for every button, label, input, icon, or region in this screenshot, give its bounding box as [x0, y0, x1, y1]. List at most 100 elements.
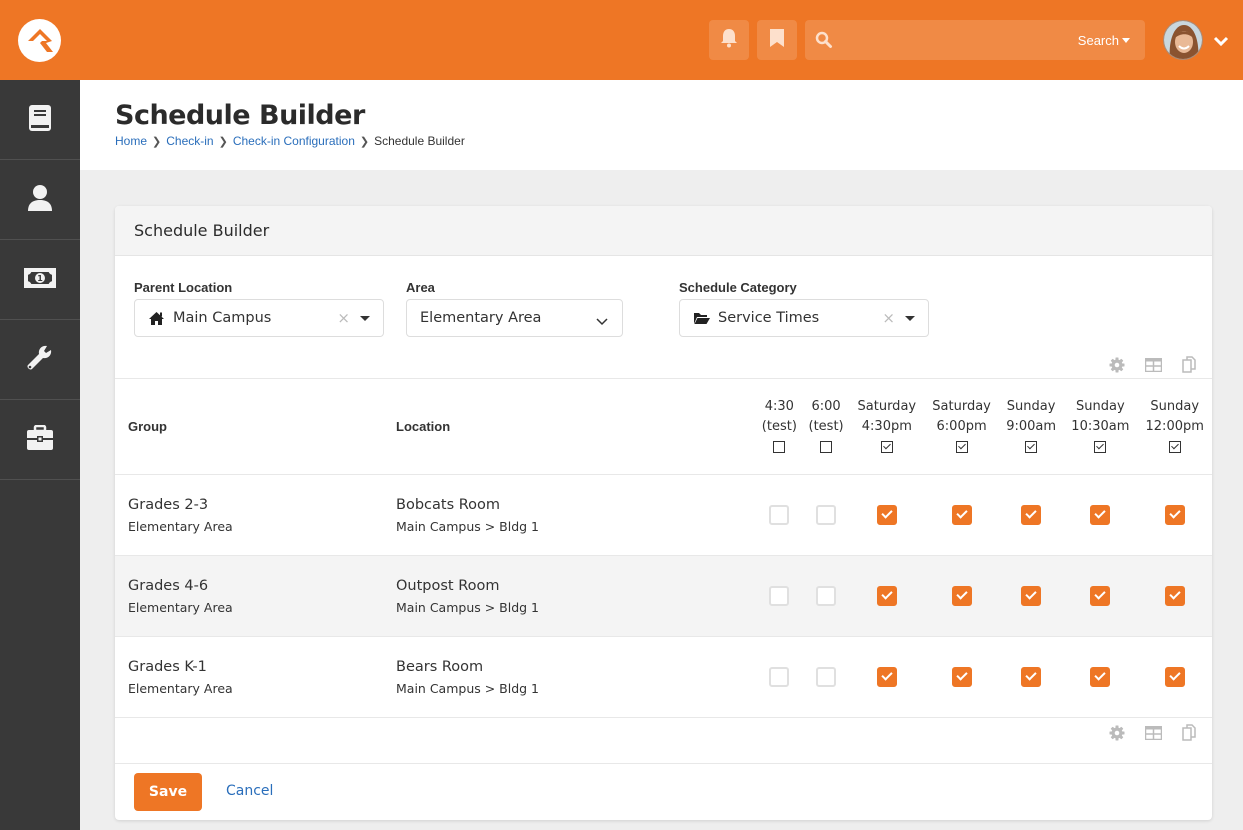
grid-layout-icon[interactable] [1145, 725, 1162, 740]
select-all-checkbox[interactable] [820, 441, 833, 453]
schedule-category-picker[interactable]: Service Times × [679, 299, 929, 337]
schedule-checkbox[interactable] [1164, 586, 1185, 607]
schedule-checkbox[interactable] [769, 505, 790, 526]
gear-icon[interactable] [1109, 357, 1125, 373]
column-header-schedule: Saturday 4:30pm [849, 378, 925, 475]
rock-logo-icon[interactable] [18, 19, 61, 62]
schedule-cell [1137, 474, 1212, 556]
schedule-cell [924, 636, 999, 718]
column-header-schedule: Sunday 12:00pm [1137, 378, 1212, 475]
user-menu-chevron-icon[interactable] [1213, 32, 1229, 51]
area-select[interactable]: Elementary Area [406, 299, 623, 337]
group-area: Elementary Area [128, 599, 233, 615]
user-avatar[interactable] [1163, 20, 1203, 60]
schedule-checkbox[interactable] [816, 505, 837, 526]
parent-location-picker[interactable]: Main Campus × [134, 299, 384, 337]
schedule-checkbox[interactable] [1090, 586, 1111, 607]
clear-icon[interactable]: × [337, 309, 350, 327]
user-icon [27, 184, 53, 216]
caret-down-icon [1122, 38, 1130, 43]
sidebar-item-book[interactable] [0, 80, 80, 160]
group-name: Grades 4-6 [128, 577, 209, 594]
search-icon [815, 31, 833, 53]
group-area: Elementary Area [128, 680, 233, 696]
schedule-checkbox[interactable] [1164, 505, 1185, 526]
money-icon: 1 [23, 267, 57, 293]
copy-icon[interactable] [1182, 356, 1196, 373]
breadcrumb-check-in-configuration[interactable]: Check-in Configuration [233, 134, 355, 148]
column-header-schedule: 6:00 (test) [802, 378, 850, 475]
copy-icon[interactable] [1182, 724, 1196, 741]
schedule-checkbox[interactable] [816, 667, 837, 688]
panel-actions: Save Cancel [115, 763, 1212, 820]
search-input[interactable]: Search [805, 20, 1145, 60]
location-path: Main Campus > Bldg 1 [396, 680, 540, 696]
schedule-checkbox[interactable] [1021, 505, 1042, 526]
schedule-cell [849, 474, 925, 556]
schedule-checkbox[interactable] [816, 586, 837, 607]
breadcrumb-separator-icon: ❯ [152, 135, 162, 148]
notifications-button[interactable] [709, 20, 749, 60]
schedule-cell [998, 555, 1064, 637]
search-type-dropdown[interactable]: Search [1078, 33, 1119, 48]
gear-icon[interactable] [1109, 725, 1125, 741]
sidebar-item-people[interactable] [0, 160, 80, 240]
schedule-checkbox[interactable] [951, 667, 972, 688]
sidebar-item-tools[interactable] [0, 400, 80, 480]
column-header-group: Group [115, 378, 396, 475]
select-all-checkbox[interactable] [1168, 441, 1181, 453]
breadcrumb-check-in[interactable]: Check-in [166, 134, 213, 148]
select-all-checkbox[interactable] [773, 441, 786, 453]
schedule-checkbox[interactable] [876, 505, 897, 526]
select-all-checkbox[interactable] [1025, 441, 1038, 453]
book-icon [28, 104, 52, 136]
schedule-time: (test) [808, 418, 844, 434]
schedule-category-filter: Schedule Category Service Times × [679, 280, 929, 337]
cancel-button[interactable]: Cancel [226, 783, 273, 799]
clear-icon[interactable]: × [882, 309, 895, 327]
schedule-checkbox[interactable] [876, 667, 897, 688]
area-label: Area [406, 280, 435, 295]
group-cell: Grades 4-6 Elementary Area [115, 555, 396, 637]
schedule-cell [998, 636, 1064, 718]
schedule-name: Saturday [857, 398, 917, 414]
schedule-time: 4:30pm [861, 418, 912, 434]
schedule-checkbox[interactable] [1021, 586, 1042, 607]
select-all-checkbox[interactable] [880, 441, 893, 453]
wrench-icon [26, 344, 54, 376]
location-cell: Bears Room Main Campus > Bldg 1 [396, 636, 756, 718]
panel-title: Schedule Builder [115, 206, 1212, 256]
svg-text:1: 1 [37, 274, 43, 283]
chevron-down-icon [596, 312, 608, 330]
select-all-checkbox[interactable] [1094, 441, 1107, 453]
schedule-time: 6:00pm [936, 418, 987, 434]
table-row: Grades 2-3 Elementary Area Bobcats Room Mai… [115, 474, 1212, 556]
schedule-checkbox[interactable] [769, 586, 790, 607]
schedule-checkbox[interactable] [1164, 667, 1185, 688]
location-name: Outpost Room [396, 577, 500, 594]
table-row: Grades 4-6 Elementary Area Outpost Room Mai… [115, 555, 1212, 637]
schedule-checkbox[interactable] [1021, 667, 1042, 688]
location-name: Bobcats Room [396, 496, 501, 513]
sidebar-item-finance[interactable]: 1 [0, 240, 80, 320]
grid-layout-icon[interactable] [1145, 357, 1162, 372]
schedule-cell [756, 474, 803, 556]
select-all-checkbox[interactable] [955, 441, 968, 453]
breadcrumb-home[interactable]: Home [115, 134, 147, 148]
schedule-time: 9:00am [1006, 418, 1057, 434]
schedule-name: Sunday [1006, 398, 1056, 414]
location-cell: Outpost Room Main Campus > Bldg 1 [396, 555, 756, 637]
schedule-checkbox[interactable] [1090, 667, 1111, 688]
save-button[interactable]: Save [134, 773, 202, 811]
schedule-checkbox[interactable] [951, 505, 972, 526]
schedule-checkbox[interactable] [769, 667, 790, 688]
parent-location-filter: Parent Location Main Campus × [134, 280, 384, 337]
bookmarks-button[interactable] [757, 20, 797, 60]
schedule-checkbox[interactable] [1090, 505, 1111, 526]
schedule-time: 10:30am [1071, 418, 1130, 434]
sidebar-item-admin-tools[interactable] [0, 320, 80, 400]
schedule-cell [1137, 555, 1212, 637]
schedule-cell [1063, 474, 1138, 556]
schedule-checkbox[interactable] [876, 586, 897, 607]
schedule-checkbox[interactable] [951, 586, 972, 607]
